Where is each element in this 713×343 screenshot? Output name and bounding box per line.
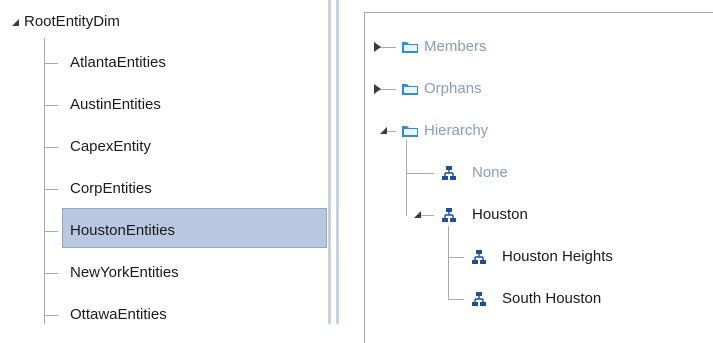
tree-node-label: Orphans	[424, 80, 482, 97]
tree-connector	[44, 38, 45, 324]
tree-node-label: CapexEntity	[70, 138, 151, 155]
tree-node-label: AtlantaEntities	[70, 54, 166, 71]
tree-connector	[44, 231, 58, 232]
tree-node-label: HoustonEntities	[70, 222, 176, 239]
hierarchy-tree-pane: Members Orphans Hierarchy None Houston H…	[344, 0, 713, 343]
tree-connector	[44, 315, 58, 316]
tree-node-label: AustinEntities	[70, 96, 161, 113]
hierarchy-icon	[442, 166, 456, 180]
tree-node-label: Houston Heights	[502, 248, 613, 265]
tree-node-label: Members	[424, 38, 487, 55]
expanded-arrow-icon[interactable]	[12, 19, 19, 26]
tree-connector	[406, 173, 434, 174]
pane-splitter[interactable]	[328, 0, 331, 324]
tree-node-label: CorpEntities	[70, 180, 152, 197]
expanded-arrow-icon[interactable]	[380, 127, 387, 134]
tree-node-label: NewYorkEntities	[70, 264, 179, 281]
tree-connector	[448, 226, 449, 299]
tree-connector	[448, 257, 464, 258]
entity-dimension-tree: RootEntityDim AtlantaEntities AustinEnti…	[0, 0, 328, 324]
hierarchy-icon	[472, 292, 486, 306]
tree-node-label: None	[472, 164, 508, 181]
tree-connector	[44, 273, 58, 274]
tree-connector	[44, 189, 58, 190]
tree-node-label: South Houston	[502, 290, 602, 307]
tree-connector	[448, 299, 464, 300]
hierarchy-icon	[472, 250, 486, 264]
tree-node-label: Hierarchy	[424, 122, 489, 139]
tree-connector	[44, 63, 58, 64]
folder-icon	[402, 84, 418, 95]
tree-node-label: OttawaEntities	[70, 306, 167, 323]
tree-connector	[44, 147, 58, 148]
expanded-arrow-icon[interactable]	[414, 211, 421, 218]
folder-icon	[402, 42, 418, 53]
pane-splitter[interactable]	[336, 0, 339, 324]
tree-node-label: RootEntityDim	[24, 13, 120, 30]
hierarchy-icon	[442, 208, 456, 222]
folder-icon	[402, 126, 418, 137]
collapsed-arrow-icon[interactable]	[374, 42, 381, 52]
collapsed-arrow-icon[interactable]	[374, 84, 381, 94]
tree-connector	[44, 105, 58, 106]
tree-connector	[406, 140, 407, 216]
tree-node-label: Houston	[472, 206, 528, 223]
